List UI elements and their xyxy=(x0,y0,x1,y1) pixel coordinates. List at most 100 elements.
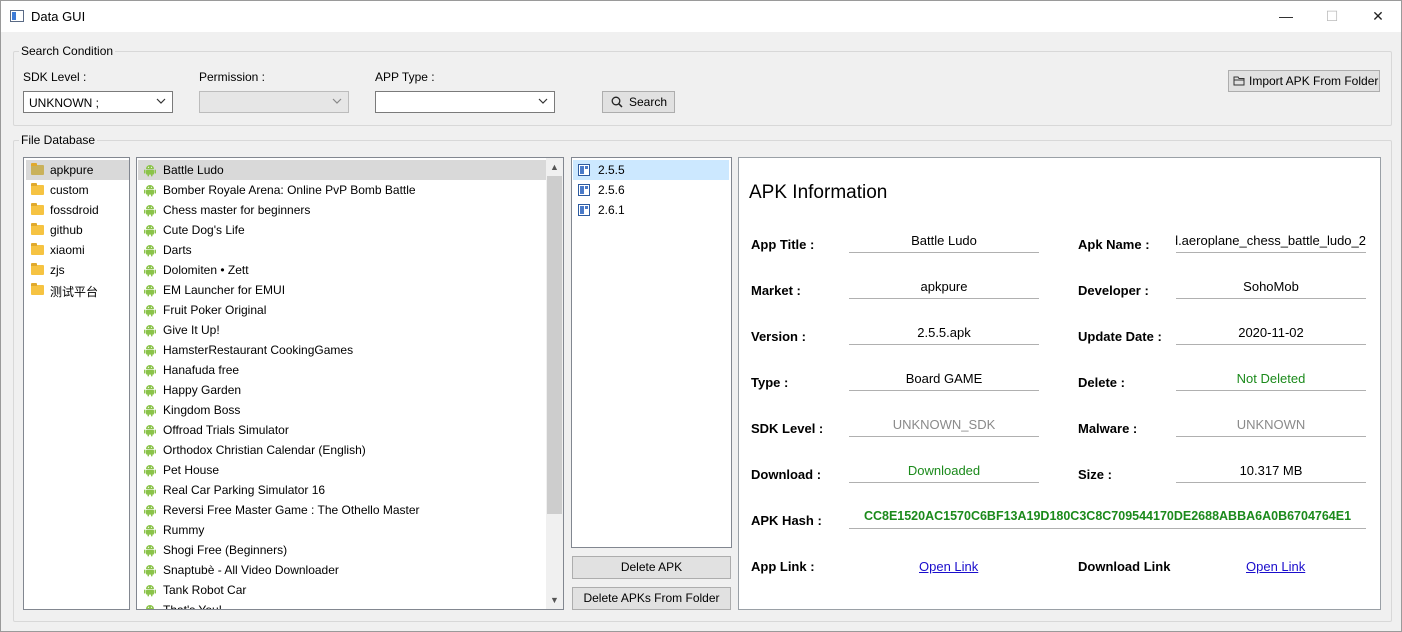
folder-item[interactable]: github xyxy=(26,220,129,240)
app-list-item-label: Bomber Royale Arena: Online PvP Bomb Bat… xyxy=(163,183,416,197)
app-list-item[interactable]: Bomber Royale Arena: Online PvP Bomb Bat… xyxy=(138,180,547,200)
app-link[interactable]: Open Link xyxy=(919,559,978,574)
app-list-item[interactable]: Real Car Parking Simulator 16 xyxy=(138,480,547,500)
app-list-item[interactable]: Darts xyxy=(138,240,547,260)
apk-information-panel: APK Information App Title : Battle Ludo … xyxy=(738,157,1381,610)
delete-apk-button[interactable]: Delete APK xyxy=(572,556,731,579)
app-list-item[interactable]: Happy Garden xyxy=(138,380,547,400)
app-list-item[interactable]: Hanafuda free xyxy=(138,360,547,380)
maximize-button[interactable]: ☐ xyxy=(1309,1,1355,32)
window-title: Data GUI xyxy=(31,9,86,24)
app-link-label: App Link : xyxy=(751,559,815,574)
apk-name-label: Apk Name : xyxy=(1078,237,1150,252)
app-list-item[interactable]: Give It Up! xyxy=(138,320,547,340)
android-icon xyxy=(143,463,157,477)
app-list-item[interactable]: Orthodox Christian Calendar (English) xyxy=(138,440,547,460)
app-list-item[interactable]: That's You! xyxy=(138,600,547,610)
app-list-item[interactable]: Reversi Free Master Game : The Othello M… xyxy=(138,500,547,520)
app-list-scrollbar[interactable]: ▲ ▼ xyxy=(546,158,563,609)
folder-item-label: apkpure xyxy=(50,163,94,177)
market-value: apkpure xyxy=(849,278,1039,299)
app-list-item[interactable]: Dolomiten • Zett xyxy=(138,260,547,280)
android-icon xyxy=(143,323,157,337)
app-list[interactable]: Battle Ludo Bomber Royale Arena: Online P… xyxy=(136,157,564,610)
scroll-up-icon[interactable]: ▲ xyxy=(550,162,559,172)
android-icon xyxy=(143,243,157,257)
update-date-value: 2020-11-02 xyxy=(1176,324,1366,345)
folder-icon xyxy=(31,263,44,275)
folder-icon xyxy=(31,203,44,215)
folder-item[interactable]: fossdroid xyxy=(26,200,129,220)
close-button[interactable]: ✕ xyxy=(1355,1,1401,32)
android-icon xyxy=(143,583,157,597)
app-list-item[interactable]: Kingdom Boss xyxy=(138,400,547,420)
app-list-item[interactable]: Cute Dog's Life xyxy=(138,220,547,240)
app-list-item-label: Reversi Free Master Game : The Othello M… xyxy=(163,503,420,517)
delete-status-value: Not Deleted xyxy=(1176,370,1366,391)
type-value: Board GAME xyxy=(849,370,1039,391)
download-link[interactable]: Open Link xyxy=(1246,559,1305,574)
folder-item[interactable]: apkpure xyxy=(26,160,129,180)
app-list-item[interactable]: Rummy xyxy=(138,520,547,540)
search-condition-group xyxy=(13,51,1392,126)
scroll-down-icon[interactable]: ▼ xyxy=(550,595,559,605)
version-list-item-label: 2.5.5 xyxy=(598,163,625,177)
chevron-down-icon xyxy=(538,98,548,104)
scrollbar-thumb[interactable] xyxy=(547,176,562,514)
file-database-label: File Database xyxy=(19,133,98,147)
folder-item[interactable]: xiaomi xyxy=(26,240,129,260)
app-list-item-label: Fruit Poker Original xyxy=(163,303,267,317)
app-list-item[interactable]: Tank Robot Car xyxy=(138,580,547,600)
delete-label: Delete : xyxy=(1078,375,1125,390)
malware-value: UNKNOWN xyxy=(1176,416,1366,437)
import-apk-button[interactable]: Import APK From Folder xyxy=(1228,70,1380,92)
permission-combo[interactable] xyxy=(199,91,349,113)
version-list[interactable]: 2.5.5 2.5.6 2.6.1 xyxy=(571,157,732,548)
app-list-item-label: That's You! xyxy=(163,603,223,610)
folder-list[interactable]: apkpure custom fossdroid github xiaomi zjs 测试平… xyxy=(23,157,130,610)
delete-apks-from-folder-button[interactable]: Delete APKs From Folder xyxy=(572,587,731,610)
version-list-item[interactable]: 2.6.1 xyxy=(573,200,729,220)
android-icon xyxy=(143,383,157,397)
app-list-item[interactable]: Offroad Trials Simulator xyxy=(138,420,547,440)
folder-icon xyxy=(31,223,44,235)
app-list-item[interactable]: HamsterRestaurant CookingGames xyxy=(138,340,547,360)
android-icon xyxy=(143,543,157,557)
android-icon xyxy=(143,263,157,277)
app-list-item[interactable]: Fruit Poker Original xyxy=(138,300,547,320)
folder-item-label: xiaomi xyxy=(50,243,85,257)
android-icon xyxy=(143,283,157,297)
android-icon xyxy=(143,603,157,609)
sdk-level-combo[interactable]: UNKNOWN ; xyxy=(23,91,173,113)
version-list-item-label: 2.5.6 xyxy=(598,183,625,197)
app-list-item[interactable]: Pet House xyxy=(138,460,547,480)
app-window-icon xyxy=(10,10,24,22)
search-button[interactable]: Search xyxy=(602,91,675,113)
folder-item[interactable]: zjs xyxy=(26,260,129,280)
chevron-down-icon xyxy=(156,98,166,104)
folder-item[interactable]: custom xyxy=(26,180,129,200)
folder-item-label: github xyxy=(50,223,83,237)
sdk-level-info-label: SDK Level : xyxy=(751,421,824,436)
app-list-item-label: Offroad Trials Simulator xyxy=(163,423,289,437)
app-list-item[interactable]: Shogi Free (Beginners) xyxy=(138,540,547,560)
malware-label: Malware : xyxy=(1078,421,1138,436)
app-list-item[interactable]: Chess master for beginners xyxy=(138,200,547,220)
app-type-combo[interactable] xyxy=(375,91,555,113)
folder-item[interactable]: 测试平台 xyxy=(26,280,129,300)
android-icon xyxy=(143,483,157,497)
app-list-item[interactable]: Battle Ludo xyxy=(138,160,547,180)
app-list-item[interactable]: Snaptubè - All Video Downloader xyxy=(138,560,547,580)
android-icon xyxy=(143,443,157,457)
type-label: Type : xyxy=(751,375,789,390)
sdk-level-value: UNKNOWN ; xyxy=(29,96,99,110)
minimize-button[interactable]: — xyxy=(1263,1,1309,32)
version-list-item[interactable]: 2.5.6 xyxy=(573,180,729,200)
version-list-item[interactable]: 2.5.5 xyxy=(573,160,729,180)
folder-icon xyxy=(31,243,44,255)
app-list-item[interactable]: EM Launcher for EMUI xyxy=(138,280,547,300)
android-icon xyxy=(143,343,157,357)
app-title-label: App Title : xyxy=(751,237,815,252)
folder-item-label: 测试平台 xyxy=(50,285,99,299)
size-label: Size : xyxy=(1078,467,1112,482)
